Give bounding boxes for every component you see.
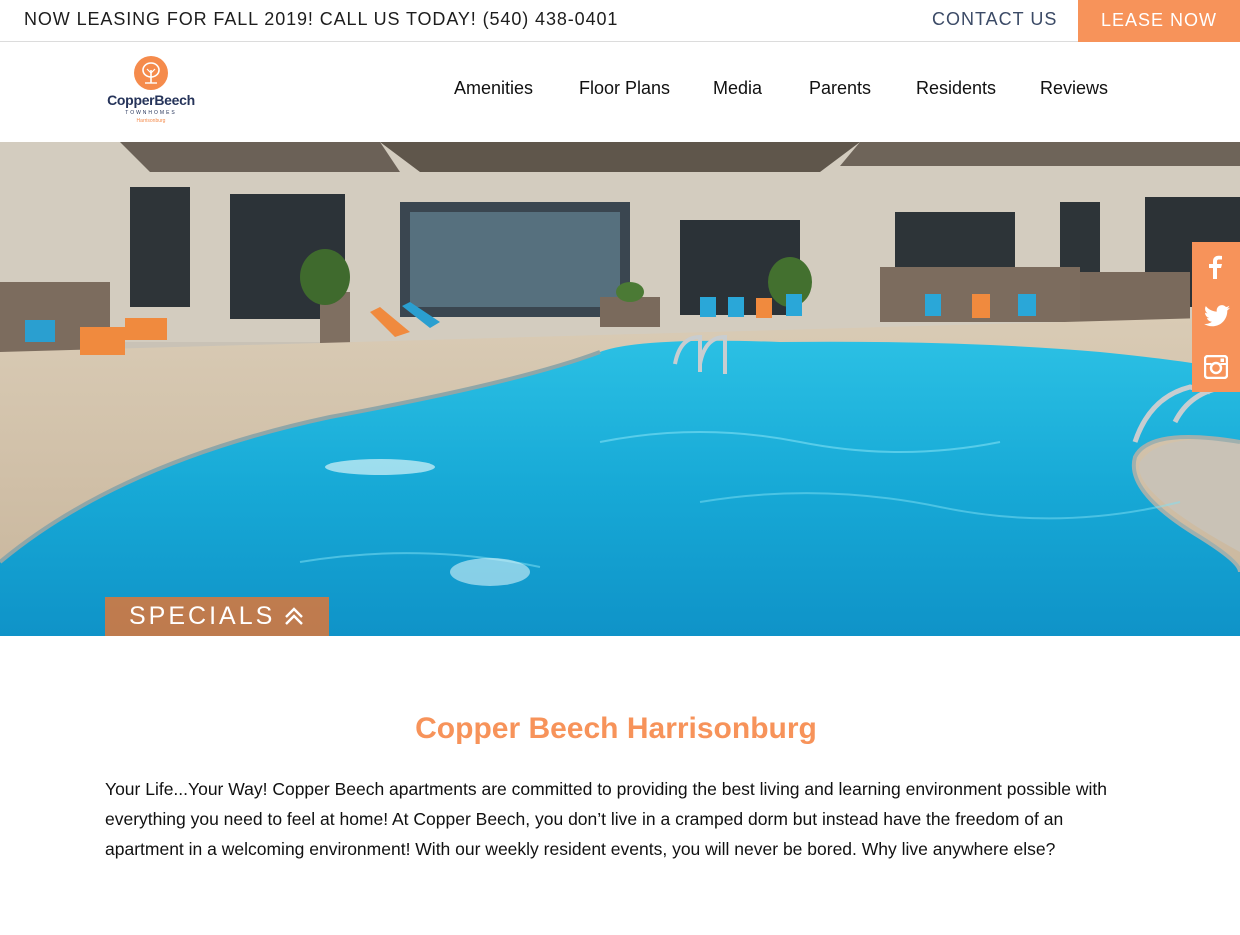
logo-sub-text: TOWNHOMES xyxy=(125,110,177,116)
nav-item-residents[interactable]: Residents xyxy=(916,78,996,99)
pool-scene-illustration xyxy=(0,142,1240,636)
specials-tab[interactable]: SPECIALS xyxy=(105,597,329,636)
hero-pool-image xyxy=(0,142,1240,636)
tree-logo-icon xyxy=(134,56,168,90)
site-logo[interactable]: CopperBeech TOWNHOMES Harrisonburg xyxy=(103,56,199,130)
logo-brand-text: CopperBeech xyxy=(107,92,195,108)
instagram-button[interactable] xyxy=(1192,342,1240,392)
twitter-icon xyxy=(1204,305,1230,327)
facebook-button[interactable] xyxy=(1192,242,1240,292)
contact-us-link[interactable]: CONTACT US xyxy=(932,9,1057,30)
specials-label: SPECIALS xyxy=(129,602,276,630)
logo-city-text: Harrisonburg xyxy=(136,118,166,124)
nav-item-amenities[interactable]: Amenities xyxy=(454,78,533,99)
nav-item-parents[interactable]: Parents xyxy=(809,78,871,99)
social-sidebar xyxy=(1192,242,1240,392)
double-chevron-up-icon xyxy=(285,607,303,625)
instagram-icon xyxy=(1204,355,1228,379)
nav-item-reviews[interactable]: Reviews xyxy=(1040,78,1108,99)
nav-item-floor-plans[interactable]: Floor Plans xyxy=(579,78,670,99)
lease-now-button[interactable]: LEASE NOW xyxy=(1078,0,1240,42)
twitter-button[interactable] xyxy=(1192,292,1240,342)
facebook-icon xyxy=(1209,255,1222,279)
leasing-announcement: NOW LEASING FOR FALL 2019! CALL US TODAY… xyxy=(24,9,619,29)
page-title: Copper Beech Harrisonburg xyxy=(415,712,817,745)
site-header: CopperBeech TOWNHOMES Harrisonburg Ameni… xyxy=(0,42,1240,142)
intro-paragraph: Your Life...Your Way! Copper Beech apart… xyxy=(105,779,1107,859)
nav-item-media[interactable]: Media xyxy=(713,78,762,99)
top-announcement-bar: NOW LEASING FOR FALL 2019! CALL US TODAY… xyxy=(0,0,1240,42)
